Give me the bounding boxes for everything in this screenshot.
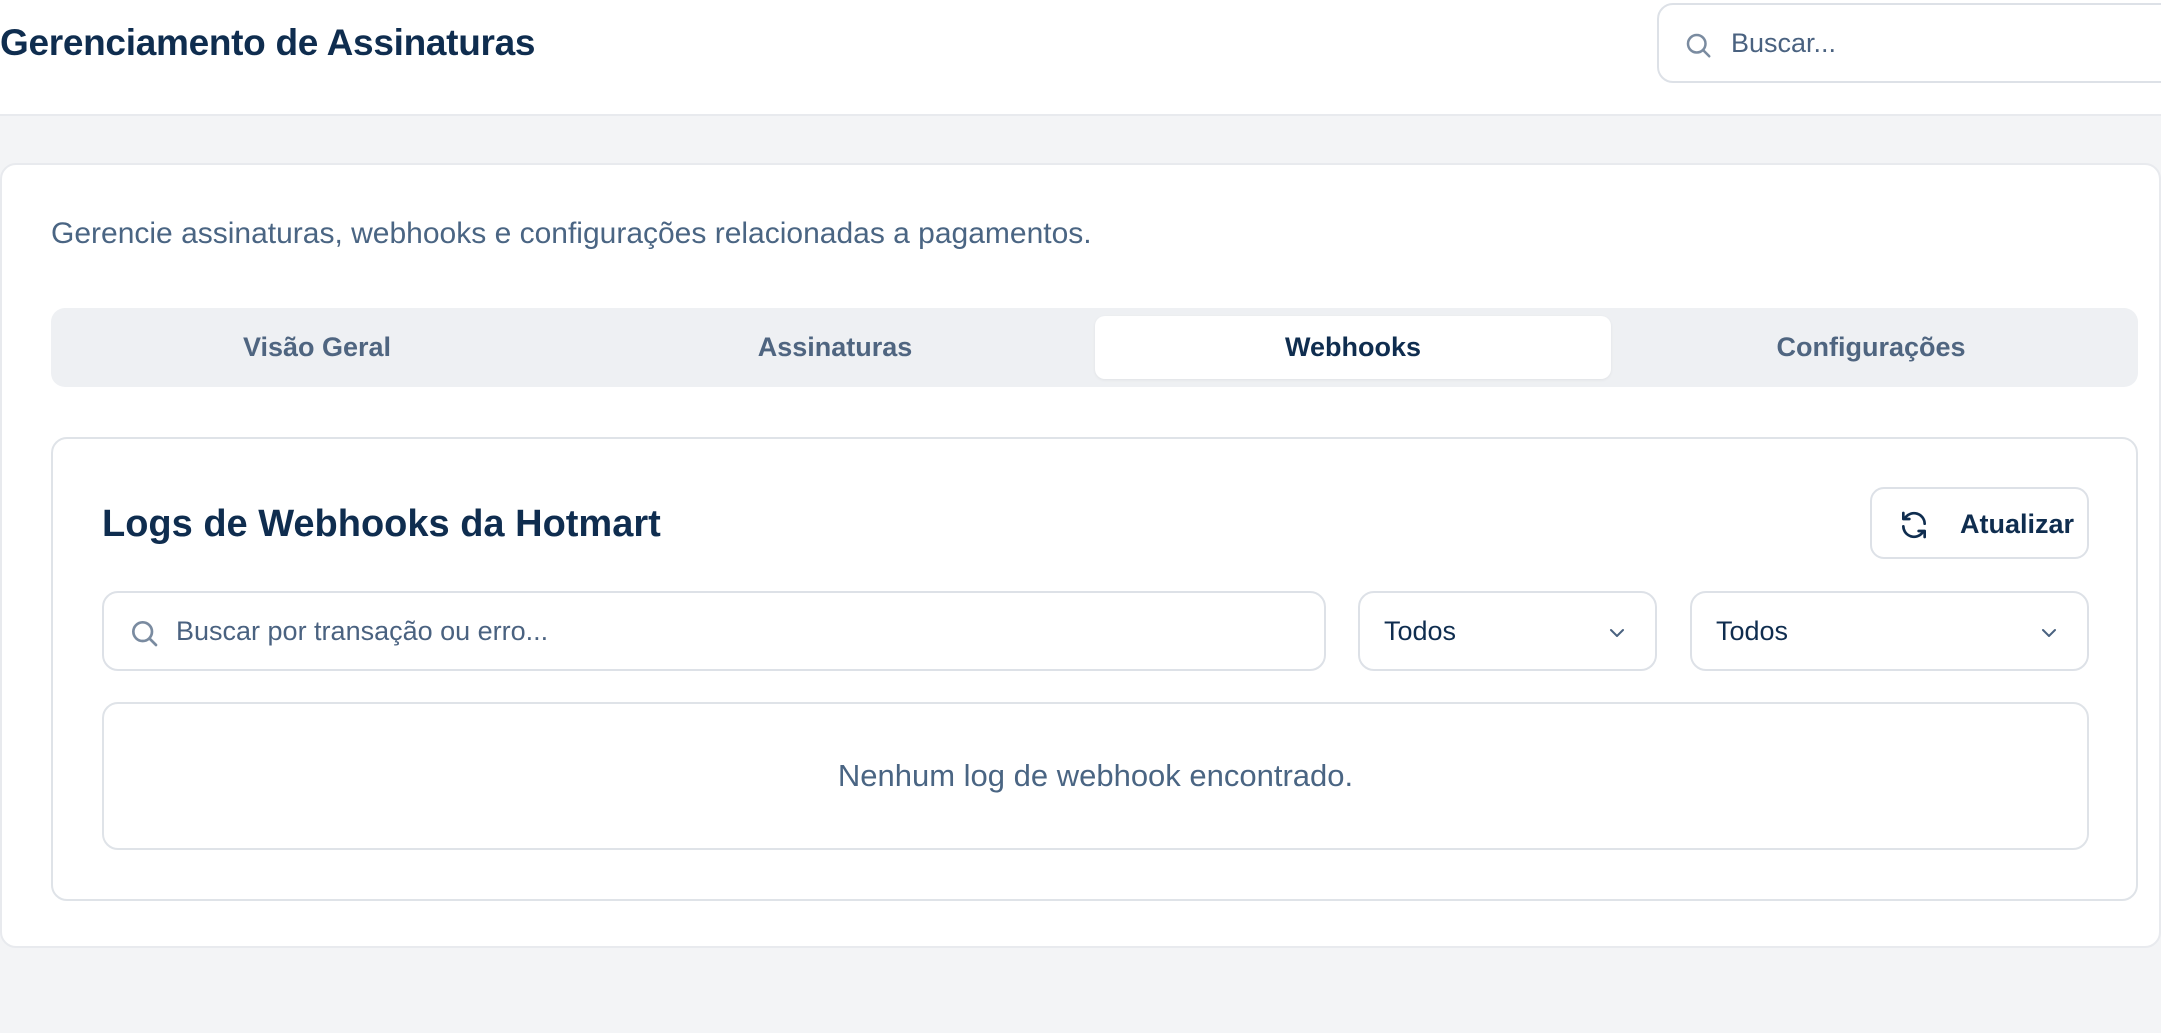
search-icon <box>1686 33 1711 58</box>
tab-overview[interactable]: Visão Geral <box>59 316 575 379</box>
empty-state-message: Nenhum log de webhook encontrado. <box>837 758 1354 793</box>
page-subtitle: Gerencie assinaturas, webhooks e configu… <box>51 217 1092 250</box>
refresh-button-label: Atualizar <box>1960 509 2075 539</box>
search-icon <box>132 621 158 647</box>
log-search-box[interactable] <box>102 591 1326 671</box>
page-title: Gerenciamento de Assinaturas <box>0 22 536 63</box>
top-bar: Gerenciamento de Assinaturas <box>0 0 2161 116</box>
global-search-input[interactable] <box>1731 23 2151 63</box>
webhook-logs-card: Logs de Webhooks da Hotmart Atualizar To… <box>51 437 2138 901</box>
status-filter-value: Todos <box>1384 616 1457 646</box>
status-filter-select[interactable]: Todos <box>1358 591 1657 671</box>
tab-webhooks[interactable]: Webhooks <box>1095 316 1611 379</box>
tab-settings[interactable]: Configurações <box>1613 316 2129 379</box>
chevron-down-icon <box>1610 629 1624 637</box>
webhook-logs-title: Logs de Webhooks da Hotmart <box>102 503 661 545</box>
tab-subscriptions[interactable]: Assinaturas <box>577 316 1093 379</box>
event-filter-select[interactable]: Todos <box>1690 591 2089 671</box>
global-search-box[interactable] <box>1657 3 2161 83</box>
refresh-button[interactable]: Atualizar <box>1870 487 2089 559</box>
tab-bar: Visão Geral Assinaturas Webhooks Configu… <box>51 308 2138 387</box>
empty-state: Nenhum log de webhook encontrado. <box>102 702 2089 850</box>
event-filter-value: Todos <box>1716 616 1789 646</box>
log-search-input[interactable] <box>176 611 1306 651</box>
chevron-down-icon <box>2042 629 2056 637</box>
refresh-icon <box>1902 511 1926 539</box>
subscriptions-panel: Gerencie assinaturas, webhooks e configu… <box>0 163 2161 948</box>
